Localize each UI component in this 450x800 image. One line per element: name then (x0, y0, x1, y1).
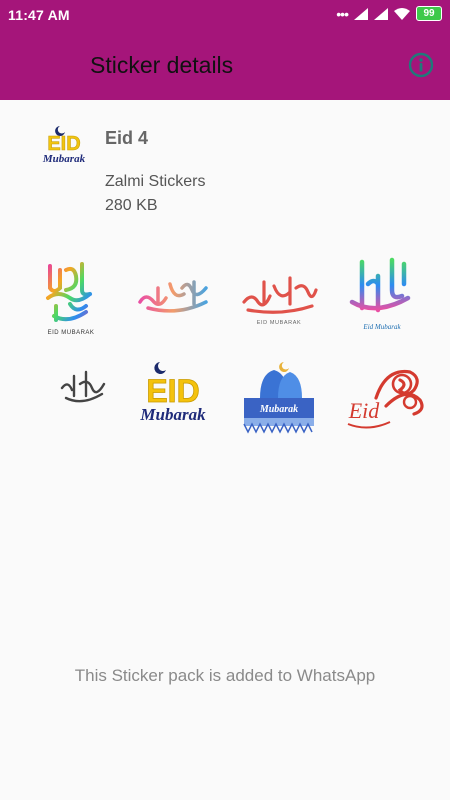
signal-icon (354, 7, 368, 20)
tray-mubarak-text: Mubarak (42, 153, 86, 165)
sticker-1[interactable]: EID MUBARAK (26, 258, 116, 338)
sticker-grid: EID MUBARAK EID MUBARAK Eid Mubarak EID … (0, 250, 450, 450)
info-icon[interactable] (408, 52, 434, 78)
pack-tray-image: EID Mubarak (42, 126, 86, 165)
added-status-text: This Sticker pack is added to WhatsApp (74, 666, 376, 685)
sticker-6[interactable]: EID Mubarak (128, 358, 218, 438)
battery-level: 99 (423, 8, 435, 19)
sticker-8[interactable]: Eid (336, 358, 426, 438)
app-bar: Sticker details (0, 30, 450, 100)
sticker-7[interactable]: Mubarak (234, 358, 324, 438)
status-icons: ••• 99 (336, 6, 442, 21)
sticker-7-caption: Mubarak (259, 404, 298, 415)
battery-icon: 99 (416, 6, 442, 21)
status-time: 11:47 AM (8, 7, 70, 23)
sticker-6-eid: EID (146, 373, 199, 409)
pack-name: Eid 4 (105, 128, 149, 148)
pack-info: EID Mubarak Eid 4 Zalmi Stickers 280 KB (0, 100, 450, 240)
tray-eid-text: EID (47, 133, 80, 155)
sticker-3[interactable]: EID MUBARAK (234, 258, 324, 338)
pack-size: 280 KB (105, 197, 158, 214)
sticker-5[interactable] (26, 354, 122, 440)
sticker-8-caption: Eid (348, 398, 381, 423)
page-title: Sticker details (90, 52, 234, 78)
sticker-3-caption: EID MUBARAK (257, 320, 302, 326)
sticker-2[interactable] (130, 258, 220, 338)
wifi-icon (394, 7, 410, 20)
notification-dots-icon: ••• (336, 5, 349, 22)
sticker-4-caption: Eid Mubarak (362, 323, 401, 331)
pack-publisher: Zalmi Stickers (105, 173, 206, 190)
status-bar: 11:47 AM ••• 99 (0, 0, 450, 30)
sticker-6-mubarak: Mubarak (139, 405, 206, 424)
sticker-1-caption: EID MUBARAK (48, 330, 95, 336)
sticker-4[interactable]: Eid Mubarak (334, 254, 424, 334)
signal-icon-2 (374, 7, 388, 20)
